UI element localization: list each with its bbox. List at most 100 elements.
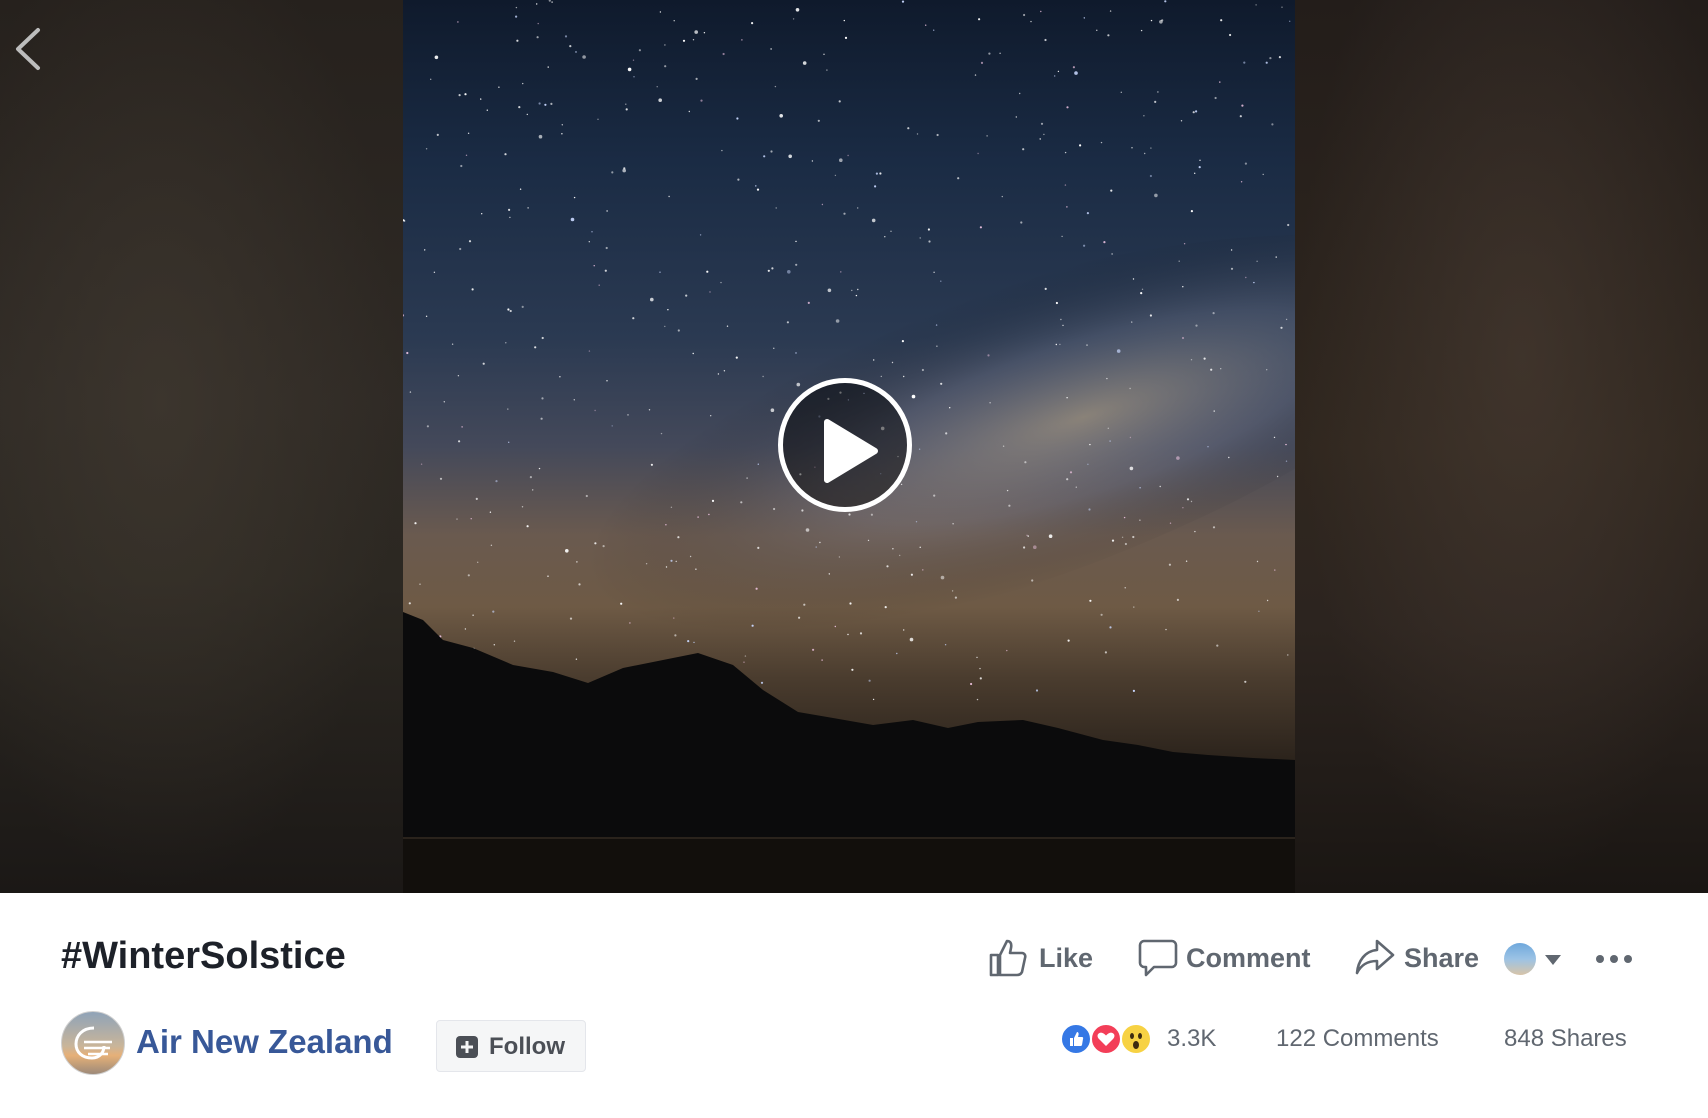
star bbox=[844, 36, 848, 40]
star bbox=[933, 29, 935, 31]
star bbox=[851, 289, 853, 292]
star bbox=[868, 679, 871, 682]
star bbox=[1107, 427, 1109, 429]
star bbox=[770, 150, 773, 153]
star bbox=[1083, 244, 1086, 247]
star bbox=[665, 566, 668, 568]
star bbox=[493, 644, 495, 646]
star bbox=[633, 76, 635, 78]
star bbox=[940, 382, 943, 385]
comments-count[interactable]: 122 Comments bbox=[1276, 1025, 1439, 1053]
star bbox=[1273, 436, 1276, 439]
star bbox=[1240, 181, 1243, 183]
post-info-bar: #WinterSolstice Air New Zealand Follow L… bbox=[0, 893, 1708, 1118]
star bbox=[896, 652, 898, 655]
star bbox=[1228, 456, 1230, 459]
star bbox=[606, 380, 608, 382]
star bbox=[433, 271, 436, 273]
star bbox=[460, 164, 463, 168]
play-button[interactable] bbox=[778, 378, 912, 512]
star bbox=[795, 263, 798, 266]
star bbox=[1031, 579, 1034, 582]
star bbox=[763, 155, 766, 158]
star bbox=[1061, 235, 1063, 238]
star bbox=[1220, 19, 1223, 22]
post-as-selector[interactable] bbox=[1504, 943, 1564, 977]
star bbox=[928, 240, 931, 243]
star bbox=[886, 565, 889, 568]
star bbox=[504, 153, 507, 156]
page-avatar[interactable] bbox=[61, 1011, 125, 1075]
star bbox=[408, 602, 411, 605]
star bbox=[541, 397, 544, 400]
ellipsis-icon[interactable] bbox=[1596, 943, 1636, 973]
star bbox=[688, 110, 690, 113]
star bbox=[1019, 92, 1021, 95]
star bbox=[550, 102, 553, 105]
star bbox=[665, 524, 667, 526]
page-name-link[interactable]: Air New Zealand bbox=[136, 1023, 393, 1061]
star bbox=[697, 516, 699, 518]
star bbox=[711, 499, 715, 502]
star bbox=[726, 325, 729, 327]
star bbox=[1131, 147, 1133, 149]
star bbox=[988, 52, 991, 55]
star bbox=[980, 61, 984, 64]
star bbox=[489, 511, 492, 513]
star bbox=[892, 548, 894, 550]
star bbox=[1015, 116, 1017, 118]
star bbox=[645, 563, 648, 565]
like-button[interactable]: Like bbox=[988, 933, 1098, 983]
star bbox=[1120, 91, 1122, 94]
star bbox=[1132, 278, 1135, 280]
star bbox=[425, 315, 428, 317]
share-button[interactable]: Share bbox=[1355, 933, 1485, 983]
star bbox=[848, 513, 851, 516]
reactions-count[interactable]: 3.3K bbox=[1167, 1025, 1216, 1053]
star bbox=[918, 448, 921, 450]
star bbox=[1131, 321, 1133, 323]
star bbox=[576, 561, 578, 563]
comment-button[interactable]: Comment bbox=[1138, 933, 1318, 983]
star bbox=[821, 203, 824, 206]
star bbox=[406, 351, 409, 355]
star bbox=[838, 556, 841, 558]
star bbox=[935, 324, 938, 326]
star bbox=[492, 610, 495, 613]
star bbox=[456, 518, 458, 520]
star bbox=[693, 641, 695, 644]
star bbox=[771, 267, 774, 270]
star bbox=[467, 574, 470, 577]
star bbox=[1124, 587, 1126, 589]
reactions-summary[interactable] bbox=[1060, 1023, 1164, 1057]
follow-button[interactable]: Follow bbox=[436, 1020, 586, 1072]
star bbox=[1111, 539, 1115, 542]
star bbox=[1109, 626, 1112, 629]
star bbox=[880, 375, 882, 378]
star bbox=[788, 154, 792, 159]
star bbox=[675, 560, 677, 563]
star bbox=[674, 634, 677, 637]
shares-count[interactable]: 848 Shares bbox=[1504, 1025, 1627, 1053]
star bbox=[700, 99, 703, 102]
star bbox=[439, 477, 443, 480]
star bbox=[840, 271, 842, 273]
star bbox=[602, 545, 605, 548]
star bbox=[834, 625, 836, 628]
star bbox=[874, 185, 877, 188]
star bbox=[815, 546, 817, 548]
star bbox=[1069, 471, 1073, 474]
star bbox=[650, 297, 654, 302]
star bbox=[1110, 189, 1113, 192]
star bbox=[1230, 267, 1234, 270]
star bbox=[786, 321, 789, 324]
star bbox=[570, 217, 575, 222]
star bbox=[547, 575, 549, 577]
star bbox=[823, 53, 825, 55]
star bbox=[890, 230, 892, 232]
chevron-left-icon[interactable] bbox=[10, 26, 46, 72]
star bbox=[465, 154, 468, 156]
star bbox=[879, 172, 882, 175]
star bbox=[490, 544, 493, 546]
star bbox=[774, 85, 777, 88]
